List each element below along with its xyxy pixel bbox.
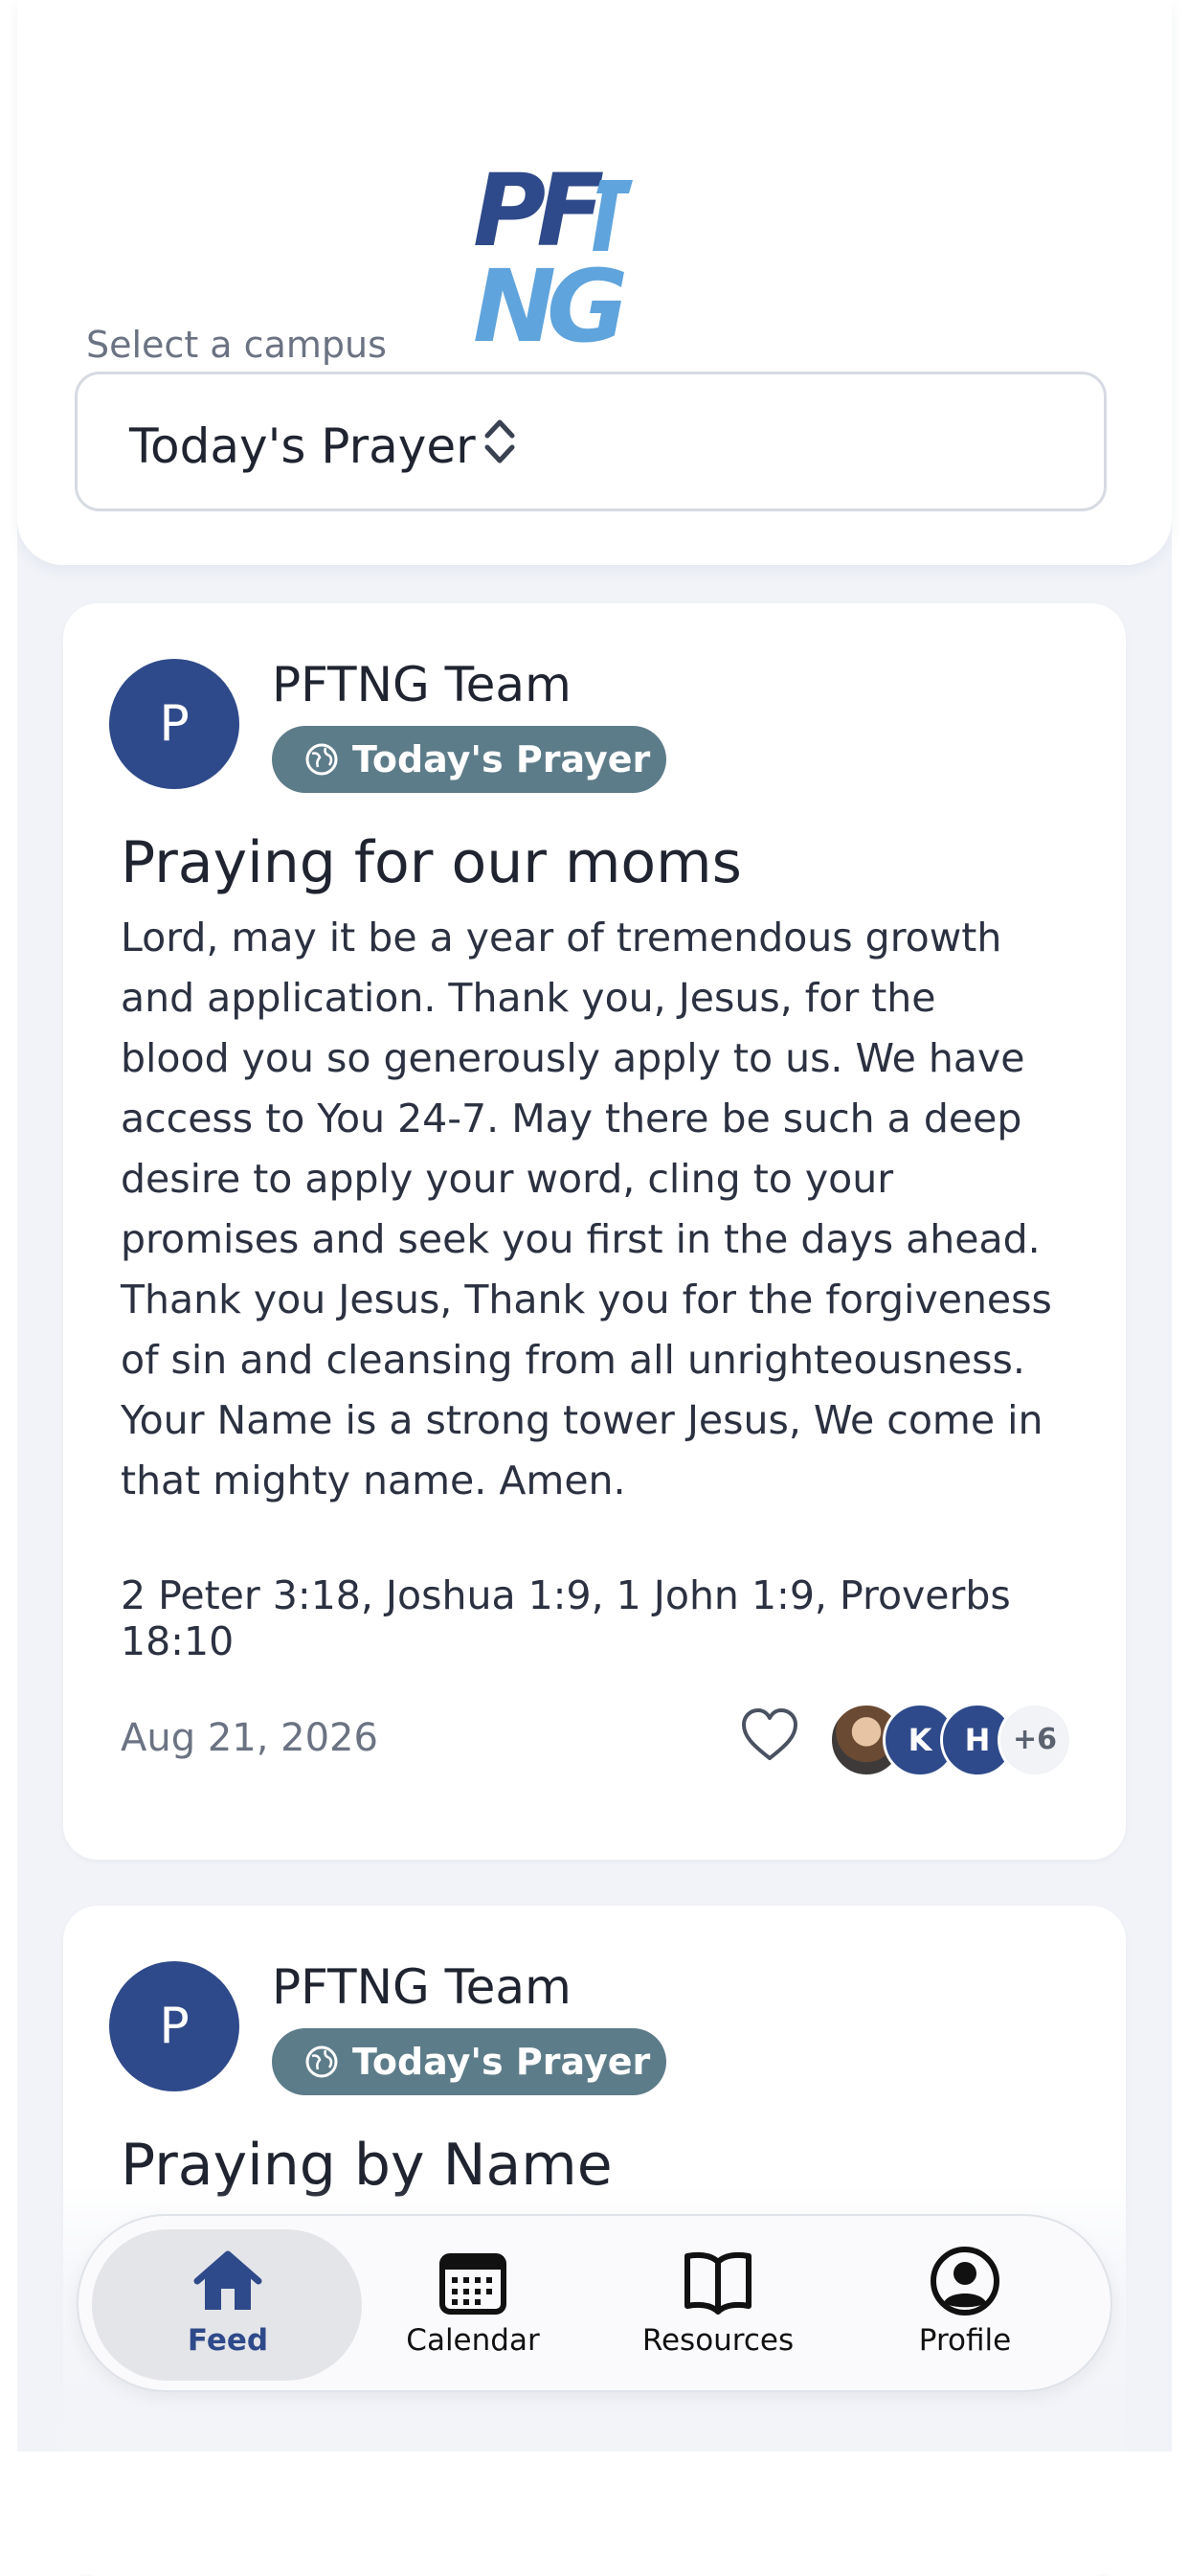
heart-icon[interactable] (739, 1706, 800, 1764)
post-title: Praying for our moms (121, 829, 742, 896)
tab-calendar[interactable]: Calendar (377, 2245, 569, 2369)
post-body-line: access to You 24-7. May there be such a … (121, 1096, 1022, 1141)
globe-icon (305, 2045, 338, 2078)
scripture-references: 2 Peter 3:18, Joshua 1:9, 1 John 1:9, Pr… (121, 1572, 1011, 1664)
post-body-line: of sin and cleansing from all unrighteou… (121, 1337, 1025, 1383)
campus-badge: Today's Prayer (272, 726, 666, 793)
post-body-line: Lord, may it be a year of tremendous gro… (121, 915, 1002, 960)
post-body-line: Your Name is a strong tower Jesus, We co… (121, 1397, 1043, 1443)
post-body-line: and application. Thank you, Jesus, for t… (121, 975, 936, 1021)
tab-feed[interactable]: Feed (132, 2245, 324, 2369)
tab-resources-label: Resources (641, 2323, 795, 2358)
campus-select[interactable]: Today's Prayer (75, 372, 1107, 511)
author-avatar: P (109, 659, 239, 789)
post-date: Aug 21, 2026 (121, 1716, 378, 1760)
reactors-more-count: +6 (998, 1703, 1072, 1777)
tab-calendar-label: Calendar (406, 2323, 540, 2358)
pftng-logo: PFNG (473, 161, 751, 356)
home-icon (193, 2250, 262, 2310)
campus-label: Select a campus (86, 324, 387, 366)
post-body-line: Thank you Jesus, Thank you for the forgi… (121, 1277, 1052, 1322)
chevron-up-down-icon (484, 419, 515, 463)
user-circle-icon (931, 2247, 999, 2316)
post-card[interactable]: P PFTNG Team Today's Prayer Praying for … (63, 603, 1126, 1860)
bottom-safe-area (0, 2452, 1189, 2574)
author-avatar: P (109, 1961, 239, 2091)
tab-feed-label: Feed (187, 2323, 269, 2358)
campus-badge: Today's Prayer (272, 2028, 666, 2095)
post-author: PFTNG Team (272, 1959, 572, 2015)
reactors-stack[interactable]: K H +6 (829, 1703, 1072, 1777)
tab-profile[interactable]: Profile (869, 2245, 1061, 2369)
bottom-tab-bar: Feed Calendar Resources Profile (77, 2214, 1112, 2392)
calendar-icon (439, 2253, 506, 2315)
post-author: PFTNG Team (272, 657, 572, 712)
book-icon (684, 2251, 752, 2315)
post-body-line: blood you so generously apply to us. We … (121, 1035, 1025, 1081)
post-body-line: promises and seek you first in the days … (121, 1216, 1041, 1262)
post-body: Lord, may it be a year of tremendous gro… (121, 908, 1078, 1511)
post-body-line: that mighty name. Amen. (121, 1457, 626, 1503)
campus-badge-label: Today's Prayer (352, 738, 651, 780)
campus-select-value: Today's Prayer (129, 418, 476, 474)
tab-profile-label: Profile (918, 2323, 1012, 2358)
globe-icon (305, 743, 338, 776)
campus-badge-label: Today's Prayer (352, 2041, 651, 2083)
tab-resources[interactable]: Resources (622, 2245, 814, 2369)
post-body-line: desire to apply your word, cling to your (121, 1156, 894, 1202)
header: PFNG Select a campus Today's Prayer (17, 0, 1172, 565)
app-screen: PFNG Select a campus Today's Prayer P PF… (0, 0, 1189, 2576)
logo-t-glyph (593, 180, 634, 251)
